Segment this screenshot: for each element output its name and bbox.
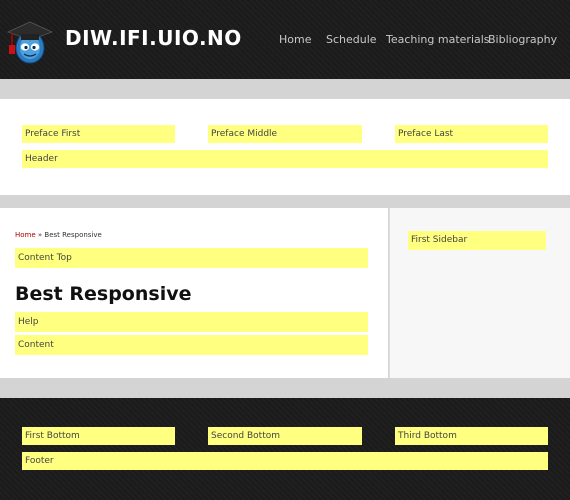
preface-band [0, 99, 570, 195]
region-preface-first: Preface First [22, 125, 175, 143]
region-first-bottom: First Bottom [22, 427, 175, 445]
region-footer: Footer [22, 452, 548, 470]
page-title: Best Responsive [15, 283, 192, 305]
region-first-sidebar: First Sidebar [408, 231, 546, 250]
breadcrumb: Home » Best Responsive [15, 231, 102, 239]
nav-bibliography[interactable]: Bibliography [488, 33, 557, 46]
region-content: Content [15, 335, 368, 355]
region-content-top: Content Top [15, 248, 368, 268]
region-second-bottom: Second Bottom [208, 427, 362, 445]
nav-teaching-materials[interactable]: Teaching materials [386, 33, 490, 46]
region-preface-last: Preface Last [395, 125, 548, 143]
site-header: DIW.IFI.UIO.NO Home Schedule Teaching ma… [0, 0, 570, 79]
breadcrumb-current: Best Responsive [44, 231, 102, 239]
site-name[interactable]: DIW.IFI.UIO.NO [65, 26, 242, 50]
breadcrumb-home-link[interactable]: Home [15, 231, 36, 239]
region-help: Help [15, 312, 368, 332]
region-third-bottom: Third Bottom [395, 427, 548, 445]
region-preface-middle: Preface Middle [208, 125, 362, 143]
bottom-band [0, 398, 570, 500]
drupal-graduation-logo-icon[interactable] [4, 14, 56, 66]
nav-schedule[interactable]: Schedule [326, 33, 377, 46]
nav-home[interactable]: Home [279, 33, 311, 46]
region-header: Header [22, 150, 548, 168]
